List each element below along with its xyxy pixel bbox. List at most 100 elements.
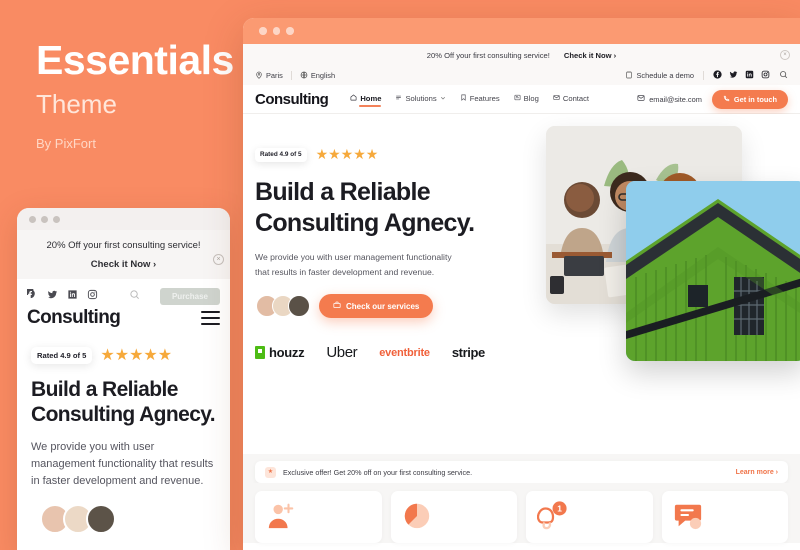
brand-logo-stripe: stripe: [451, 345, 485, 361]
brand-label: houzz: [269, 345, 305, 361]
nav-right: email@site.com Get in touch: [637, 89, 788, 109]
mobile-heading: Build a Reliable Consulting Agnecy.: [31, 378, 216, 428]
feature-card-messages[interactable]: [661, 491, 788, 543]
get-in-touch-button[interactable]: Get in touch: [711, 89, 788, 109]
brand-logo-uber: Uber: [326, 344, 358, 362]
window-dot-close[interactable]: [259, 27, 267, 35]
purchase-button[interactable]: Purchase: [159, 287, 220, 305]
check-our-services-button[interactable]: Check our services: [319, 294, 434, 319]
announcement-bar: 20% Off your first consulting service! C…: [243, 44, 800, 66]
promo-title: Essentials: [36, 37, 234, 83]
promo-subtitle: Theme: [36, 89, 117, 119]
get-in-touch-label: Get in touch: [733, 94, 777, 104]
search-icon[interactable]: [779, 70, 788, 81]
feature-card-pie-chart[interactable]: [390, 491, 517, 543]
hero-heading-line1: Build a Reliable: [255, 178, 431, 206]
instagram-icon[interactable]: [87, 287, 98, 305]
hero-heading-line2: Consulting Agnecy.: [255, 208, 475, 237]
location-selector[interactable]: Paris: [255, 71, 283, 81]
hero-images: [534, 126, 800, 386]
window-dot-minimize[interactable]: [41, 215, 48, 223]
learn-more-link[interactable]: Learn more ›: [736, 469, 778, 476]
home-icon: [350, 93, 357, 103]
star-rating-icons: ★★★★★: [100, 347, 173, 364]
language-label: English: [310, 71, 336, 80]
houzz-icon: [255, 346, 265, 360]
megaphone-icon: ★: [265, 466, 276, 478]
nav-item-home[interactable]: Home: [350, 93, 382, 107]
browser-titlebar: [243, 18, 800, 44]
feature-card-notifications[interactable]: 1: [526, 491, 653, 543]
mobile-paragraph: We provide you with user management func…: [31, 440, 214, 487]
brand-logo-houzz: houzz: [255, 345, 305, 361]
hero-heading: Build a Reliable Consulting Agnecy.: [255, 177, 540, 238]
nav-item-label: Blog: [523, 93, 539, 103]
feature-card-add-user[interactable]: [255, 491, 382, 543]
star-rating-icons: ★★★★★: [315, 146, 379, 162]
brand-logo-eventbrite: eventbrite: [379, 346, 430, 359]
social-links: [713, 70, 770, 81]
schedule-demo-link[interactable]: Schedule a demo: [625, 71, 694, 81]
linkedin-icon[interactable]: [67, 287, 78, 305]
facebook-icon[interactable]: [24, 285, 38, 305]
mobile-rating-label: Rated 4.9 of 5: [31, 346, 93, 364]
calendar-icon: [625, 71, 633, 81]
hero-paragraph-line2: that results in faster development and r…: [255, 267, 435, 278]
nav-menu: Home Solutions Features Blog Contact: [350, 93, 589, 107]
brand-logo[interactable]: Consulting: [255, 91, 329, 108]
mobile-heading-line1: Build a Reliable: [31, 378, 178, 401]
divider: [703, 71, 704, 80]
hero-paragraph: We provide you with user management func…: [255, 250, 540, 280]
mobile-mockup: 20% Off your first consulting service! C…: [17, 208, 230, 550]
nav-item-label: Home: [360, 93, 382, 103]
mobile-announcement-cta[interactable]: Check it Now ›: [25, 259, 222, 270]
close-icon[interactable]: ×: [213, 254, 224, 265]
mobile-hero: Rated 4.9 of 5 ★★★★★ Build a Reliable Co…: [17, 339, 230, 534]
hamburger-icon[interactable]: [201, 310, 220, 326]
avatar-group: [255, 295, 310, 318]
svg-text:1: 1: [557, 504, 562, 514]
check-our-services-label: Check our services: [346, 301, 420, 311]
location-pin-icon: [255, 71, 263, 81]
nav-item-contact[interactable]: Contact: [553, 94, 589, 105]
twitter-icon[interactable]: [729, 70, 738, 81]
mobile-brand-logo[interactable]: Consulting: [27, 307, 121, 329]
nav-item-label: Features: [469, 93, 500, 103]
mobile-titlebar: [17, 208, 230, 230]
hero-rating: Rated 4.9 of 5 ★★★★★: [255, 146, 540, 163]
twitter-icon[interactable]: [47, 287, 58, 305]
nav-item-features[interactable]: Features: [460, 94, 500, 105]
window-dot-minimize[interactable]: [272, 27, 280, 35]
email-label: email@site.com: [649, 94, 702, 104]
announcement-text: 20% Off your first consulting service!: [426, 50, 550, 60]
mobile-nav: Consulting: [17, 305, 230, 339]
offer-section: ★ Exclusive offer! Get 20% off on your f…: [243, 454, 800, 483]
bookmark-icon: [460, 94, 467, 103]
window-dot-maximize[interactable]: [286, 27, 294, 35]
main-navigation: Consulting Home Solutions Features Blog …: [243, 85, 800, 114]
language-selector[interactable]: English: [300, 71, 335, 81]
topbar-right: Schedule a demo: [625, 70, 788, 81]
promo-byline: By PixFort: [36, 136, 96, 151]
search-icon[interactable]: [129, 287, 140, 305]
nav-item-solutions[interactable]: Solutions: [395, 94, 445, 105]
briefcase-icon: [333, 301, 341, 311]
window-dot-maximize[interactable]: [53, 215, 60, 223]
mobile-announcement-bar: 20% Off your first consulting service! C…: [17, 230, 230, 279]
hero-content: Rated 4.9 of 5 ★★★★★ Build a Reliable Co…: [255, 146, 540, 361]
nav-item-blog[interactable]: Blog: [514, 94, 539, 105]
instagram-icon[interactable]: [761, 70, 770, 81]
close-icon[interactable]: ×: [780, 50, 790, 60]
announcement-cta[interactable]: Check it Now ›: [564, 51, 616, 60]
mobile-avatar-group: [31, 503, 216, 534]
linkedin-icon[interactable]: [745, 70, 754, 81]
list-icon: [395, 94, 402, 103]
facebook-icon[interactable]: [713, 70, 722, 81]
location-label: Paris: [266, 71, 283, 80]
divider: [290, 71, 292, 80]
email-link[interactable]: email@site.com: [637, 94, 702, 104]
nav-item-label: Contact: [562, 93, 590, 103]
phone-icon: [723, 95, 730, 104]
hero-paragraph-line1: We provide you with user management func…: [255, 252, 452, 262]
window-dot-close[interactable]: [29, 215, 36, 223]
